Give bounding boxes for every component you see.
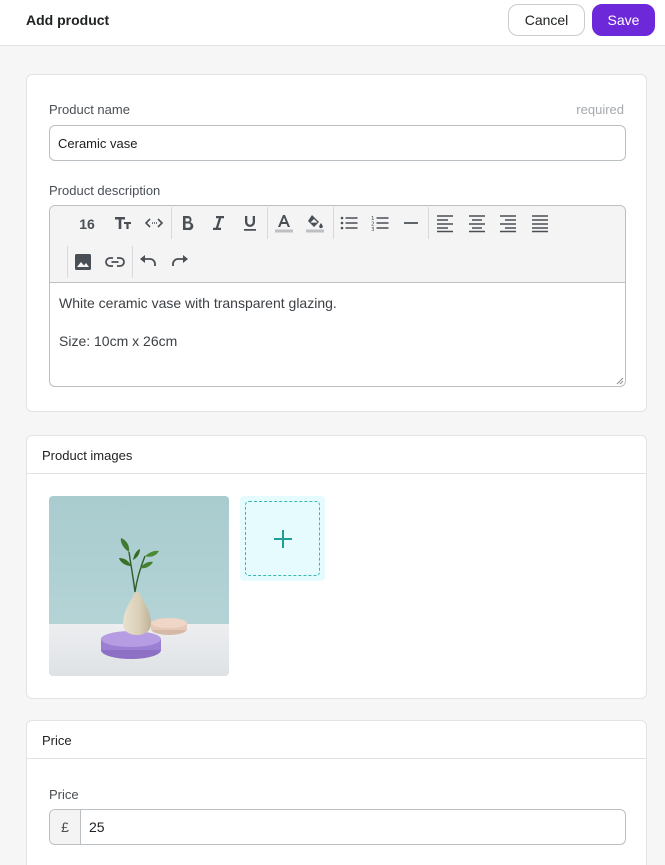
price-input[interactable]: 25 <box>81 810 625 844</box>
toolbar-divider <box>267 207 268 239</box>
link-icon[interactable] <box>102 249 128 275</box>
font-size-select[interactable]: 16 <box>74 211 100 237</box>
align-right-icon[interactable] <box>495 210 521 236</box>
product-name-value: Ceramic vase <box>58 135 138 151</box>
text-size-icon[interactable] <box>110 210 136 236</box>
price-card: Price Price £ 25 <box>26 720 647 865</box>
product-image-thumbnail[interactable] <box>49 496 229 676</box>
card-header: Price <box>27 721 646 759</box>
toolbar-divider <box>333 207 334 239</box>
underline-icon[interactable] <box>237 210 263 236</box>
fill-color-icon[interactable] <box>302 210 328 236</box>
align-left-icon[interactable] <box>432 210 458 236</box>
currency-prefix: £ <box>50 810 81 844</box>
description-textarea[interactable]: White ceramic vase with transparent glaz… <box>50 284 625 386</box>
undo-icon[interactable] <box>135 249 161 275</box>
product-images-card: Product images <box>26 435 647 699</box>
cancel-button[interactable]: Cancel <box>508 4 585 36</box>
bold-icon[interactable] <box>174 210 200 236</box>
page-title: Add product <box>26 12 110 28</box>
description-editor: 16 1 2 3 White ceramic vase with transpa… <box>49 205 626 387</box>
code-icon[interactable] <box>141 210 167 236</box>
price-label: Price <box>49 787 79 802</box>
align-center-icon[interactable] <box>464 210 490 236</box>
editor-toolbar: 16 1 2 3 <box>50 206 625 283</box>
plus-icon <box>273 529 292 548</box>
price-input-group: £ 25 <box>49 809 626 845</box>
card-header: Product images <box>27 436 646 474</box>
bullet-list-icon[interactable] <box>336 210 362 236</box>
vase-photo <box>49 496 229 676</box>
add-image-dropzone <box>245 501 320 576</box>
description-line: White ceramic vase with transparent glaz… <box>59 295 337 311</box>
image-icon[interactable] <box>70 249 96 275</box>
description-line: Size: 10cm x 26cm <box>59 333 178 349</box>
add-image-button[interactable] <box>240 496 325 581</box>
horizontal-rule-icon[interactable] <box>398 210 424 236</box>
product-details-card: Product name required Ceramic vase Produ… <box>26 74 647 412</box>
svg-text:3: 3 <box>371 227 375 233</box>
font-size-value: 16 <box>79 216 95 232</box>
font-color-icon[interactable] <box>271 210 297 236</box>
product-images-heading: Product images <box>42 448 133 463</box>
product-description-label: Product description <box>49 183 161 198</box>
toolbar-divider <box>171 207 172 239</box>
top-bar: Add product Cancel Save <box>0 0 665 46</box>
product-name-input[interactable]: Ceramic vase <box>49 125 626 161</box>
redo-icon[interactable] <box>167 249 193 275</box>
toolbar-divider <box>67 246 68 278</box>
save-button[interactable]: Save <box>592 4 655 36</box>
toolbar-divider <box>428 207 429 239</box>
toolbar-divider <box>132 246 133 278</box>
align-justify-icon[interactable] <box>527 210 553 236</box>
product-name-label: Product name <box>49 102 130 117</box>
price-heading: Price <box>42 733 72 748</box>
italic-icon[interactable] <box>205 210 231 236</box>
required-hint: required <box>576 102 624 117</box>
numbered-list-icon[interactable]: 123 <box>367 210 393 236</box>
resize-handle-icon[interactable] <box>616 377 624 385</box>
